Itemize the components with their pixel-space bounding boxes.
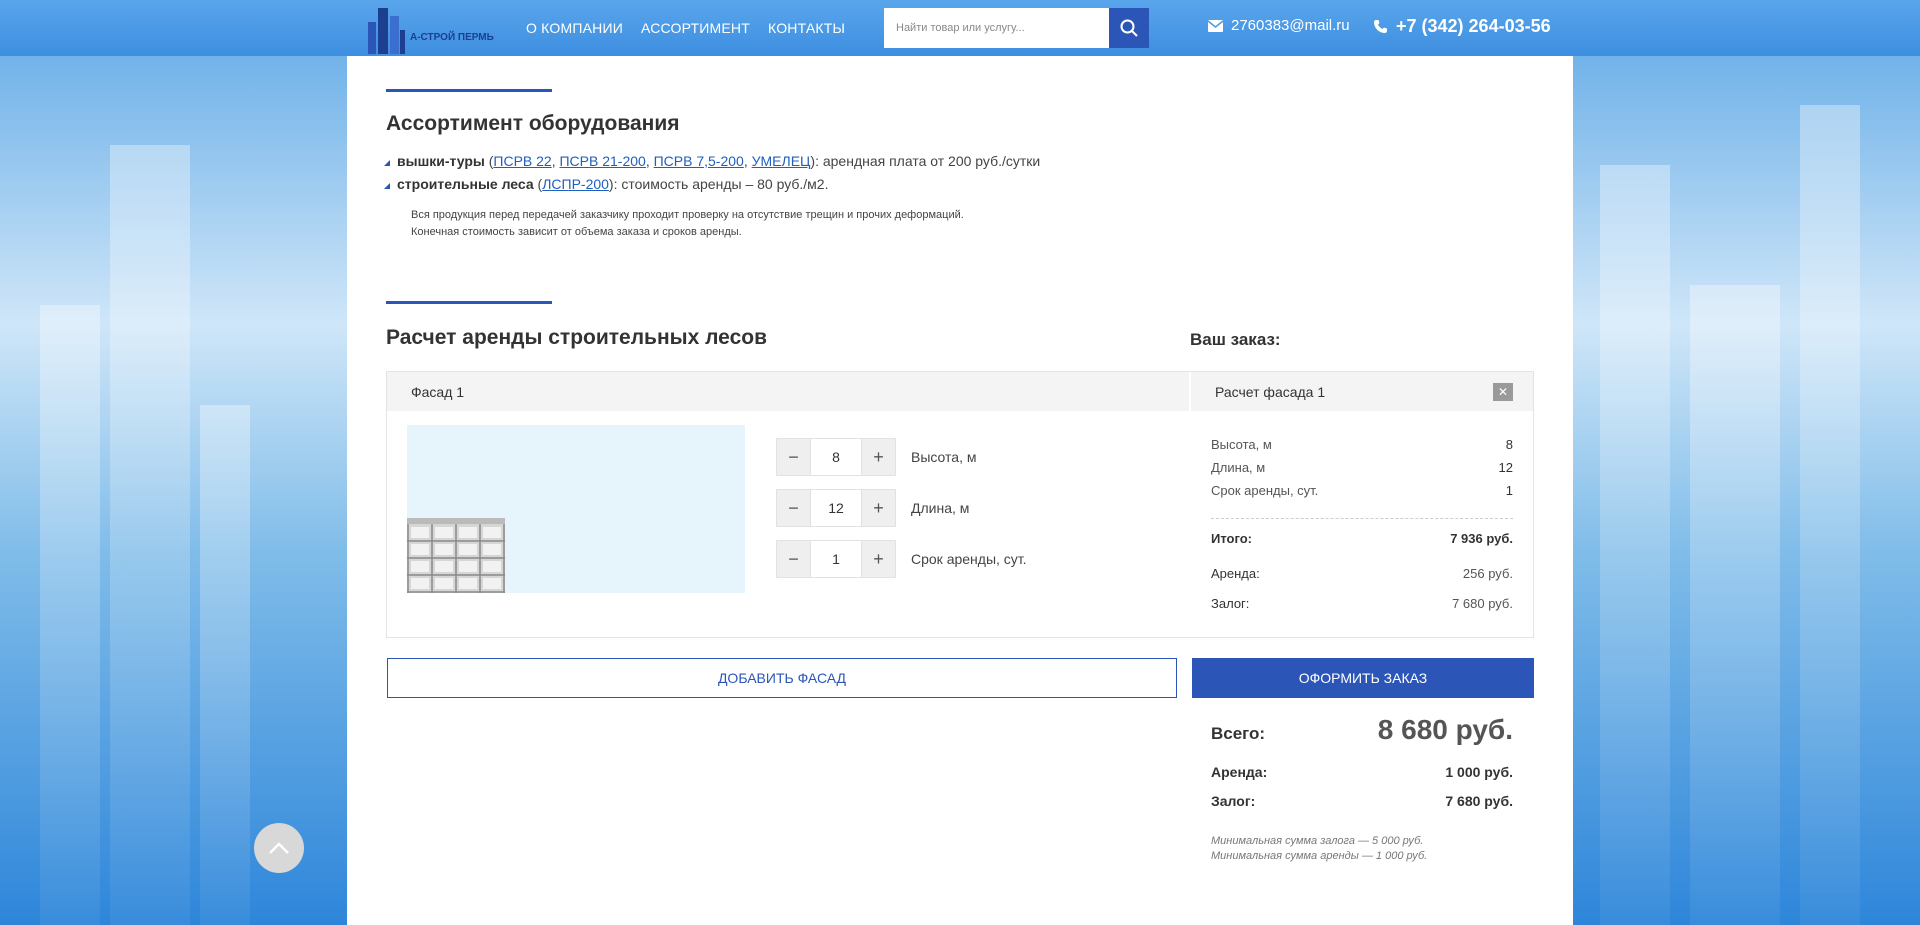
main-nav: О КОМПАНИИ АССОРТИМЕНТ КОНТАКТЫ xyxy=(526,20,845,36)
link-psrv-22[interactable]: ПСРВ 22 xyxy=(493,153,551,169)
summary-row-days: Срок аренды, сут. 1 xyxy=(1211,483,1513,498)
header-phone[interactable]: +7 (342) 264-03-56 xyxy=(1373,16,1551,37)
logo-buildings-icon xyxy=(368,8,405,54)
nav-link-company[interactable]: О КОМПАНИИ xyxy=(526,20,623,36)
link-lspr-200[interactable]: ЛСПР-200 xyxy=(542,176,609,192)
assortment-item-scaffold: строительные леса (ЛСПР-200): стоимость … xyxy=(383,176,829,192)
scroll-top-button[interactable] xyxy=(254,823,304,873)
link-umelets[interactable]: УМЕЛЕЦ xyxy=(752,153,811,169)
section-accent-line xyxy=(386,301,552,304)
assortment-item-towers: вышки-туры (ПСРВ 22, ПСРВ 21-200, ПСРВ 7… xyxy=(383,153,1041,169)
rental-days-label: Срок аренды, сут. xyxy=(911,551,1027,567)
search-form xyxy=(884,8,1149,48)
phone-icon xyxy=(1374,20,1387,33)
email-text: 2760383@mail.ru xyxy=(1231,17,1350,34)
section-accent-line xyxy=(386,89,552,92)
height-input[interactable]: 8 xyxy=(811,438,861,476)
summary-row-height: Высота, м8 xyxy=(1211,437,1513,452)
nav-link-assortment[interactable]: АССОРТИМЕНТ xyxy=(641,20,750,36)
item-name: вышки-туры xyxy=(397,153,485,169)
rental-days-input[interactable]: 1 xyxy=(811,540,861,578)
length-label: Длина, м xyxy=(911,500,970,516)
search-input[interactable] xyxy=(884,8,1109,48)
assortment-note-price: Конечная стоимость зависит от объема зак… xyxy=(411,226,742,238)
link-psrv-21-200[interactable]: ПСРВ 21-200 xyxy=(559,153,645,169)
height-label: Высота, м xyxy=(911,449,977,465)
min-rent-note: Минимальная сумма аренды — 1 000 руб. xyxy=(1211,850,1428,862)
summary-arenda: Аренда: 256 руб. xyxy=(1211,566,1513,581)
search-button[interactable] xyxy=(1109,8,1149,48)
header-email[interactable]: 2760383@mail.ru xyxy=(1208,17,1350,34)
item-name: строительные леса xyxy=(397,176,534,192)
decrement-button[interactable]: − xyxy=(776,438,811,476)
scaffold-preview xyxy=(407,425,745,593)
main-content: Ассортимент оборудования вышки-туры (ПСР… xyxy=(347,56,1573,925)
summary-row-length: Длина, м 12 xyxy=(1211,460,1513,475)
min-deposit-note: Минимальная сумма залога — 5 000 руб. xyxy=(1211,835,1424,847)
total-arenda: Аренда: 1 000 руб. xyxy=(1211,764,1513,780)
site-header: А-СТРОЙ ПЕРМЬ О КОМПАНИИ АССОРТИМЕНТ КОН… xyxy=(0,0,1920,56)
summary-zalog: Залог: 7 680 руб. xyxy=(1211,596,1513,611)
length-stepper: − 12 + Длина, м xyxy=(776,489,969,527)
tab-facade-1[interactable]: Фасад 1 xyxy=(387,372,1189,411)
increment-button[interactable]: + xyxy=(861,540,896,578)
link-psrv-7-5-200[interactable]: ПСРВ 7,5-200 xyxy=(654,153,744,169)
summary-itogo: Итого: 7 936 руб. xyxy=(1211,531,1513,546)
nav-link-contacts[interactable]: КОНТАКТЫ xyxy=(768,20,845,36)
phone-text: +7 (342) 264-03-56 xyxy=(1396,16,1551,36)
search-icon xyxy=(1120,19,1138,37)
total-zalog: Залог: 7 680 руб. xyxy=(1211,793,1513,809)
summary-divider xyxy=(1211,518,1513,519)
total-sum: Всего: 8 680 руб. xyxy=(1211,714,1513,745)
scaffold-image xyxy=(407,518,505,593)
assortment-title: Ассортимент оборудования xyxy=(386,112,680,135)
length-input[interactable]: 12 xyxy=(811,489,861,527)
rental-days-stepper: − 1 + Срок аренды, сут. xyxy=(776,540,1027,578)
increment-button[interactable]: + xyxy=(861,489,896,527)
decrement-button[interactable]: − xyxy=(776,540,811,578)
assortment-note-quality: Вся продукция перед передачей заказчику … xyxy=(411,209,964,221)
order-title: Ваш заказ: xyxy=(1190,330,1281,349)
place-order-button[interactable]: ОФОРМИТЬ ЗАКАЗ xyxy=(1192,658,1534,698)
increment-button[interactable]: + xyxy=(861,438,896,476)
height-stepper: − 8 + Высота, м xyxy=(776,438,976,476)
order-facade-title: Расчет фасада 1 xyxy=(1215,384,1326,400)
chevron-up-icon xyxy=(269,842,289,854)
company-logo[interactable]: А-СТРОЙ ПЕРМЬ xyxy=(366,4,494,54)
order-facade-header: Расчет фасада 1 ✕ xyxy=(1191,372,1533,411)
close-icon[interactable]: ✕ xyxy=(1493,383,1513,401)
add-facade-button[interactable]: ДОБАВИТЬ ФАСАД xyxy=(387,658,1177,698)
calculator-title: Расчет аренды строительных лесов xyxy=(386,326,767,349)
logo-text: А-СТРОЙ ПЕРМЬ xyxy=(410,32,494,43)
decrement-button[interactable]: − xyxy=(776,489,811,527)
envelope-icon xyxy=(1208,19,1223,32)
